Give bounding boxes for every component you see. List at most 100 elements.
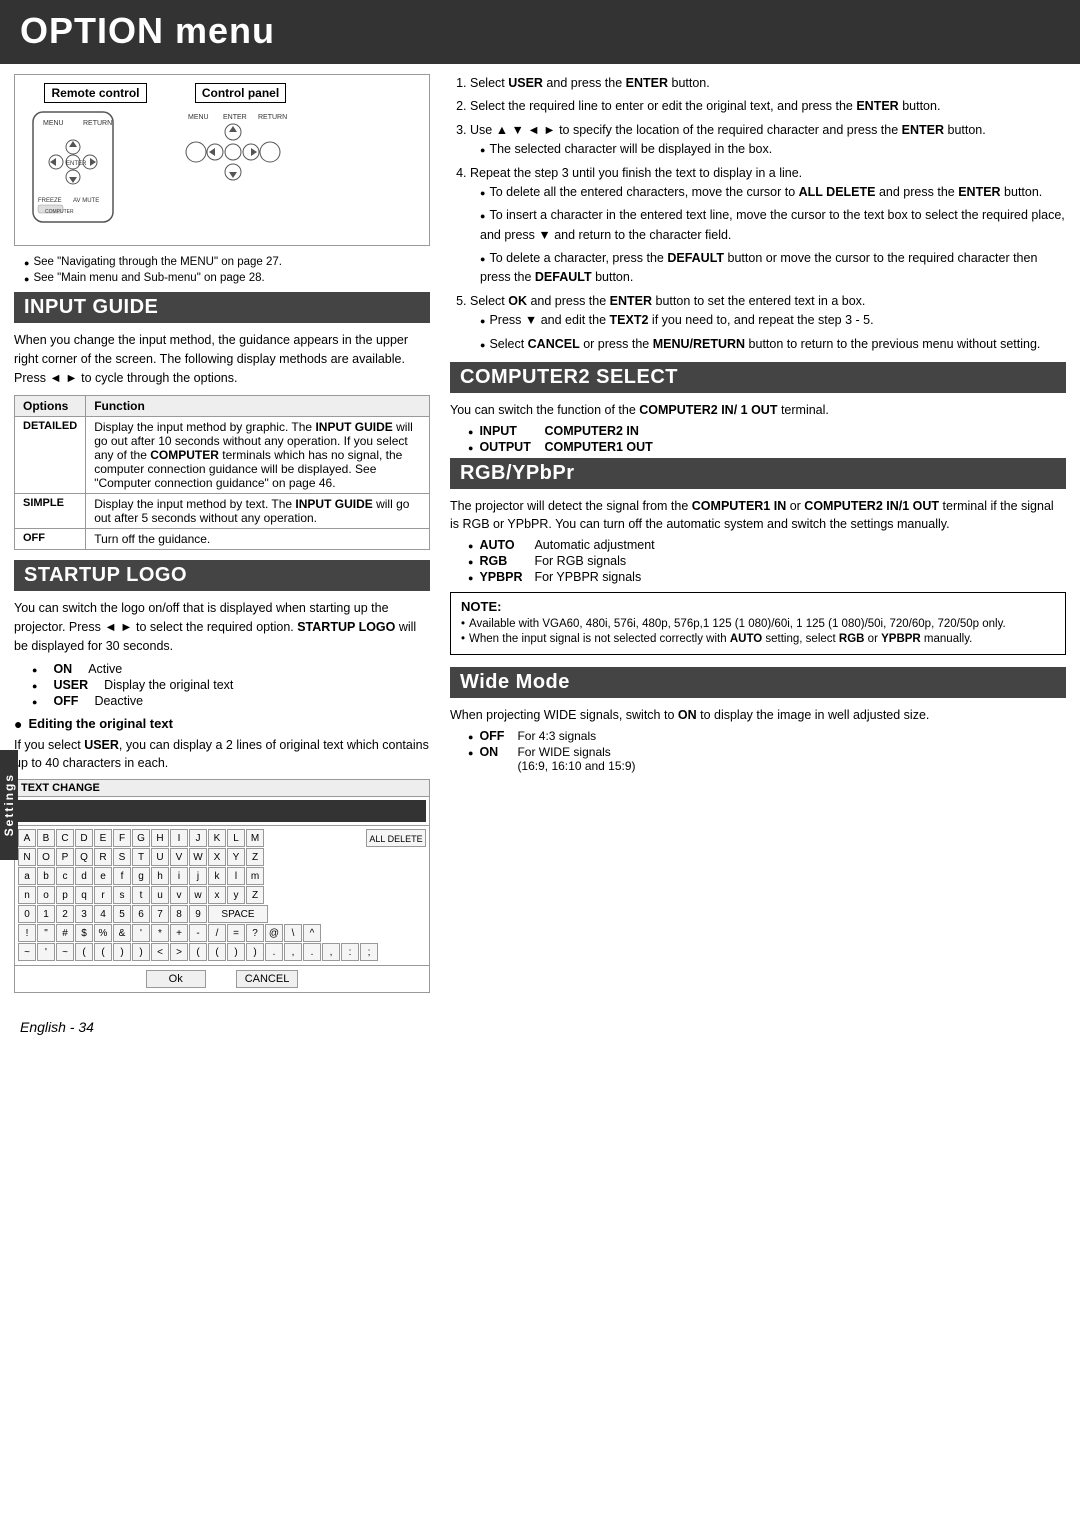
kb-key-9[interactable]: 9 xyxy=(189,905,207,923)
kb-key-U[interactable]: U xyxy=(151,848,169,866)
kb-key-s[interactable]: s xyxy=(113,886,131,904)
kb-key-colon[interactable]: : xyxy=(341,943,359,961)
kb-key-x[interactable]: x xyxy=(208,886,226,904)
kb-key-dot[interactable]: . xyxy=(265,943,283,961)
kb-key-e[interactable]: e xyxy=(94,867,112,885)
kb-key-lparen3[interactable]: ( xyxy=(189,943,207,961)
kb-key-rparen4[interactable]: ) xyxy=(246,943,264,961)
kb-key-hash[interactable]: # xyxy=(56,924,74,942)
kb-key-quot[interactable]: " xyxy=(37,924,55,942)
kb-key-a[interactable]: a xyxy=(18,867,36,885)
kb-key-I[interactable]: I xyxy=(170,829,188,847)
kb-key-rparen1[interactable]: ) xyxy=(113,943,131,961)
kb-key-S[interactable]: S xyxy=(113,848,131,866)
kb-key-M[interactable]: M xyxy=(246,829,264,847)
kb-ok-button[interactable]: Ok xyxy=(146,970,206,988)
kb-key-slash[interactable]: / xyxy=(208,924,226,942)
kb-key-T[interactable]: T xyxy=(132,848,150,866)
kb-key-caret[interactable]: ^ xyxy=(303,924,321,942)
kb-key-excl[interactable]: ! xyxy=(18,924,36,942)
kb-key-C[interactable]: C xyxy=(56,829,74,847)
kb-key-minus[interactable]: - xyxy=(189,924,207,942)
kb-key-0[interactable]: 0 xyxy=(18,905,36,923)
kb-key-at[interactable]: @ xyxy=(265,924,283,942)
kb-key-n[interactable]: n xyxy=(18,886,36,904)
kb-key-2[interactable]: 2 xyxy=(56,905,74,923)
kb-key-question[interactable]: ? xyxy=(246,924,264,942)
kb-key-5[interactable]: 5 xyxy=(113,905,131,923)
kb-key-V[interactable]: V xyxy=(170,848,188,866)
kb-key-7[interactable]: 7 xyxy=(151,905,169,923)
kb-key-l[interactable]: l xyxy=(227,867,245,885)
kb-key-8[interactable]: 8 xyxy=(170,905,188,923)
kb-key-3[interactable]: 3 xyxy=(75,905,93,923)
kb-key-lparen4[interactable]: ( xyxy=(208,943,226,961)
kb-key-y2[interactable]: y xyxy=(227,886,245,904)
kb-key-J[interactable]: J xyxy=(189,829,207,847)
kb-key-lparen2[interactable]: ( xyxy=(94,943,112,961)
kb-key-Z[interactable]: Z xyxy=(246,848,264,866)
kb-key-p[interactable]: p xyxy=(56,886,74,904)
kb-key-lparen1[interactable]: ( xyxy=(75,943,93,961)
kb-key-F[interactable]: F xyxy=(113,829,131,847)
kb-key-tilde[interactable]: ~ xyxy=(18,943,36,961)
kb-key-percent[interactable]: % xyxy=(94,924,112,942)
kb-key-eq[interactable]: = xyxy=(227,924,245,942)
kb-key-k[interactable]: k xyxy=(208,867,226,885)
kb-cancel-button[interactable]: CANCEL xyxy=(236,970,299,988)
kb-key-O[interactable]: O xyxy=(37,848,55,866)
kb-key-b[interactable]: b xyxy=(37,867,55,885)
kb-key-g[interactable]: g xyxy=(132,867,150,885)
kb-key-c[interactable]: c xyxy=(56,867,74,885)
kb-key-q[interactable]: q xyxy=(75,886,93,904)
kb-key-apos[interactable]: ' xyxy=(132,924,150,942)
kb-key-dot2[interactable]: . xyxy=(303,943,321,961)
kb-key-X[interactable]: X xyxy=(208,848,226,866)
kb-key-star[interactable]: * xyxy=(151,924,169,942)
kb-key-A[interactable]: A xyxy=(18,829,36,847)
kb-key-gt[interactable]: > xyxy=(170,943,188,961)
kb-key-w[interactable]: w xyxy=(189,886,207,904)
text-input-field[interactable] xyxy=(18,800,426,822)
kb-key-v[interactable]: v xyxy=(170,886,188,904)
kb-key-space[interactable]: SPACE xyxy=(208,905,268,923)
kb-key-f[interactable]: f xyxy=(113,867,131,885)
kb-key-i[interactable]: i xyxy=(170,867,188,885)
kb-key-Q[interactable]: Q xyxy=(75,848,93,866)
kb-key-D[interactable]: D xyxy=(75,829,93,847)
kb-key-d[interactable]: d xyxy=(75,867,93,885)
kb-key-Z2[interactable]: Z xyxy=(246,886,264,904)
kb-key-h[interactable]: h xyxy=(151,867,169,885)
kb-key-P[interactable]: P xyxy=(56,848,74,866)
kb-key-r[interactable]: r xyxy=(94,886,112,904)
kb-key-1[interactable]: 1 xyxy=(37,905,55,923)
kb-key-R[interactable]: R xyxy=(94,848,112,866)
kb-key-G[interactable]: G xyxy=(132,829,150,847)
kb-key-backtick[interactable]: ' xyxy=(37,943,55,961)
kb-key-lt[interactable]: < xyxy=(151,943,169,961)
kb-key-o[interactable]: o xyxy=(37,886,55,904)
kb-key-plus[interactable]: + xyxy=(170,924,188,942)
kb-key-K[interactable]: K xyxy=(208,829,226,847)
kb-key-rparen3[interactable]: ) xyxy=(227,943,245,961)
kb-key-L[interactable]: L xyxy=(227,829,245,847)
kb-key-B[interactable]: B xyxy=(37,829,55,847)
kb-key-Y[interactable]: Y xyxy=(227,848,245,866)
kb-key-W[interactable]: W xyxy=(189,848,207,866)
kb-key-m[interactable]: m xyxy=(246,867,264,885)
kb-key-u[interactable]: u xyxy=(151,886,169,904)
kb-key-backslash[interactable]: \ xyxy=(284,924,302,942)
kb-all-delete[interactable]: ALL DELETE xyxy=(366,829,426,847)
kb-key-dollar[interactable]: $ xyxy=(75,924,93,942)
kb-key-E[interactable]: E xyxy=(94,829,112,847)
kb-key-t[interactable]: t xyxy=(132,886,150,904)
kb-key-semi[interactable]: ; xyxy=(360,943,378,961)
kb-key-j[interactable]: j xyxy=(189,867,207,885)
kb-key-H[interactable]: H xyxy=(151,829,169,847)
kb-key-N[interactable]: N xyxy=(18,848,36,866)
kb-key-amp[interactable]: & xyxy=(113,924,131,942)
kb-key-4[interactable]: 4 xyxy=(94,905,112,923)
kb-key-comma2[interactable]: , xyxy=(322,943,340,961)
kb-key-6[interactable]: 6 xyxy=(132,905,150,923)
kb-key-comma[interactable]: , xyxy=(284,943,302,961)
